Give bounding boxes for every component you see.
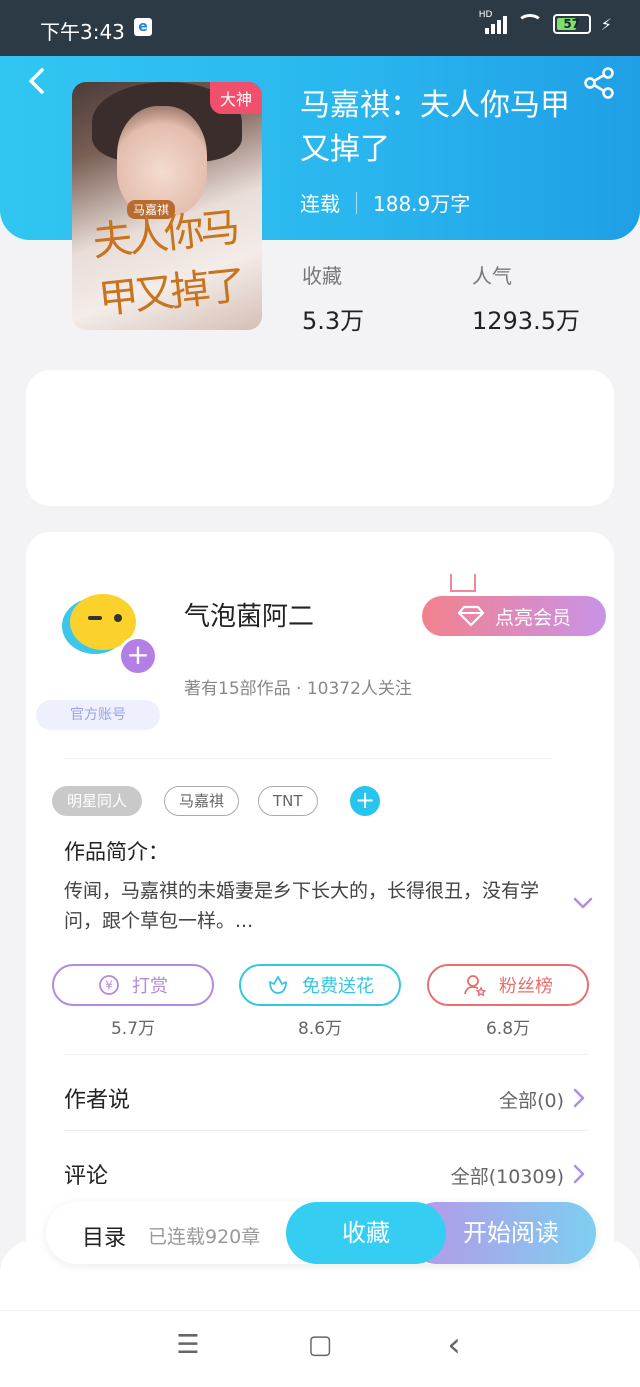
- book-title: 马嘉祺：夫人你马甲又掉了: [300, 88, 570, 167]
- fan-user-icon: [464, 975, 487, 997]
- divider: [64, 1054, 588, 1055]
- wifi-icon: [516, 14, 543, 34]
- follow-author-button[interactable]: +: [118, 636, 158, 676]
- back-nav-icon[interactable]: ‹: [434, 1328, 474, 1366]
- status-time: 下午3:43: [40, 20, 125, 44]
- chapter-count: 已连载920章: [148, 1226, 261, 1248]
- diamond-icon: [457, 605, 485, 627]
- comments-link[interactable]: 全部(10309): [451, 1162, 564, 1189]
- yen-coin-icon: ¥: [99, 975, 119, 995]
- book-status: 连载: [300, 192, 340, 216]
- expand-intro-button[interactable]: [572, 892, 594, 914]
- home-icon[interactable]: ▢: [300, 1330, 340, 1366]
- author-notes-title: 作者说: [64, 1088, 131, 1113]
- start-reading-label: 开始阅读: [463, 1219, 559, 1247]
- signal-icon: HD: [479, 10, 507, 34]
- intro-text: 传闻，马嘉祺的未婚妻是乡下长大的，长得很丑，没有学问，跟个草包一样。...: [64, 880, 540, 932]
- stat-favorites: 收藏 5.3万: [302, 260, 364, 336]
- divider: [64, 758, 552, 759]
- author-notes-link[interactable]: 全部(0): [499, 1086, 564, 1113]
- stat-label: 收藏: [302, 264, 342, 288]
- fan-count: 6.8万: [485, 1019, 531, 1039]
- cover-badge: 大神: [209, 82, 262, 114]
- reward-button[interactable]: ¥ 打赏: [52, 964, 214, 1006]
- book-word-count: 188.9万字: [373, 192, 471, 216]
- menu-icon[interactable]: ☰: [168, 1330, 208, 1366]
- back-button[interactable]: [22, 66, 52, 96]
- book-cover[interactable]: 马嘉祺 夫人你马甲又掉了 大神: [72, 82, 262, 330]
- table-of-contents-button[interactable]: 目录: [82, 1220, 126, 1252]
- vip-button[interactable]: 点亮会员: [422, 596, 606, 636]
- meta-divider: [356, 191, 357, 214]
- flower-icon: [269, 976, 287, 994]
- battery-level: 57: [563, 17, 581, 31]
- author-name[interactable]: 气泡菌阿二: [184, 596, 314, 633]
- status-indicators: HD 57 ⚡: [479, 10, 612, 34]
- author-info: 著有15部作品 · 10372人关注: [184, 679, 412, 699]
- send-flower-label: 免费送花: [302, 976, 374, 997]
- banner-card: [26, 370, 614, 506]
- fan-ranking-button[interactable]: 粉丝榜: [427, 964, 589, 1006]
- chevron-right-icon[interactable]: [572, 1087, 586, 1109]
- divider: [64, 1130, 588, 1131]
- book-meta: 连载 188.9万字: [300, 188, 470, 217]
- fan-ranking-label: 粉丝榜: [499, 976, 553, 997]
- charging-icon: ⚡: [600, 14, 612, 34]
- tag-item[interactable]: 明星同人: [52, 786, 143, 816]
- stat-label: 人气: [472, 264, 512, 288]
- battery-icon: 57: [552, 14, 591, 34]
- chevron-right-icon[interactable]: [572, 1163, 586, 1185]
- tag-item[interactable]: 马嘉祺: [164, 786, 240, 816]
- send-flower-button[interactable]: 免费送花: [239, 964, 401, 1006]
- cover-title-art: 夫人你马甲又掉了: [90, 204, 245, 324]
- stat-value: 1293.5万: [472, 307, 580, 335]
- reward-count: 5.7万: [110, 1019, 156, 1039]
- comments-title: 评论: [64, 1164, 109, 1189]
- network-type: HD: [478, 10, 493, 20]
- stat-popularity: 人气 1293.5万: [472, 260, 580, 336]
- svg-text:¥: ¥: [105, 979, 113, 993]
- status-bar: 下午3:43 e HD 57 ⚡: [0, 0, 640, 56]
- chevron-down-icon: [573, 897, 593, 909]
- add-to-favorites-button[interactable]: 收藏: [286, 1202, 446, 1264]
- browser-notification-icon: e: [134, 18, 152, 36]
- flower-count: 8.6万: [297, 1019, 343, 1039]
- crown-icon: [450, 574, 476, 592]
- chevron-left-icon: [29, 68, 44, 94]
- official-account-badge: 官方账号: [36, 700, 160, 730]
- intro-title: 作品简介：: [64, 840, 169, 864]
- vip-button-label: 点亮会员: [494, 606, 571, 629]
- add-tag-button[interactable]: +: [350, 786, 380, 816]
- reward-label: 打赏: [132, 976, 168, 997]
- stat-value: 5.3万: [302, 307, 365, 335]
- tag-item[interactable]: TNT: [258, 786, 318, 816]
